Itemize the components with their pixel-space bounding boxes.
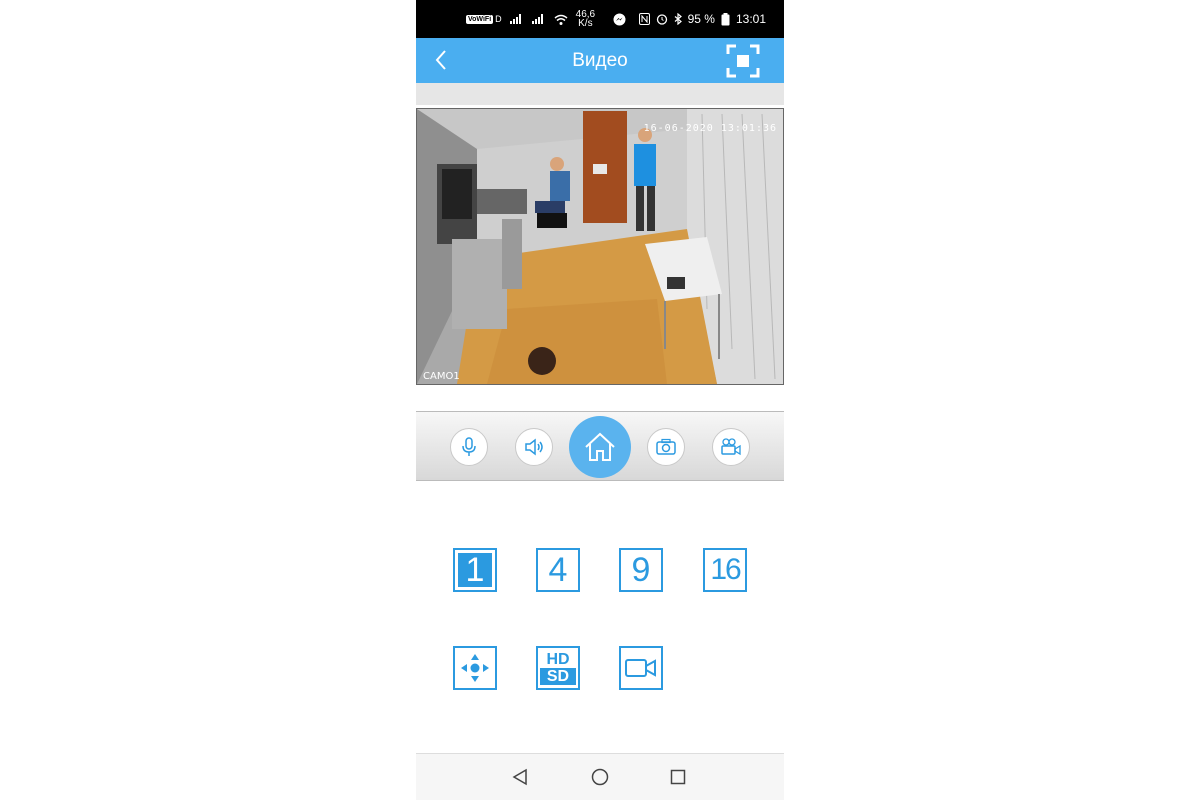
video-record-icon [721, 438, 741, 456]
bluetooth-icon [674, 13, 682, 25]
vowifi-badge: VoWiFi [466, 14, 494, 24]
signal-icon [531, 14, 543, 24]
divider-strip [416, 83, 784, 105]
layout-9-label: 9 [631, 550, 651, 589]
nav-home-button[interactable] [590, 767, 610, 787]
back-triangle-icon [512, 768, 527, 786]
status-left: VoWiFi D 46,6 K/s [466, 0, 626, 38]
video-timestamp: 16-06-2020 13:01:36 [643, 123, 777, 134]
speaker-button[interactable] [515, 428, 553, 466]
status-right: 95 % 13:01 [638, 0, 766, 38]
layout-4-label: 4 [548, 550, 568, 589]
signal-icon [509, 14, 521, 24]
camera-video-feed[interactable]: 16-06-2020 13:01:36 CAMO1 [416, 108, 784, 385]
alarm-icon [656, 14, 667, 25]
layout-4-button[interactable]: 4 [536, 548, 580, 592]
camera-label: CAMO1 [423, 371, 460, 382]
home-circle-icon [591, 768, 609, 786]
video-record-icon [625, 659, 656, 677]
wifi-icon [554, 14, 568, 25]
speed-unit: K/s [578, 18, 593, 29]
speaker-icon [525, 438, 543, 456]
sd-label: SD [540, 668, 576, 685]
app-bar: Видео [416, 38, 784, 83]
control-bar [416, 411, 784, 481]
layout-1-label: 1 [465, 550, 485, 589]
hd-sd-button[interactable]: HD SD [536, 646, 580, 690]
battery-icon [721, 12, 730, 25]
microphone-icon [462, 437, 476, 456]
network-speed: 46,6 K/s [576, 10, 595, 29]
layout-16-button[interactable]: 16 [703, 548, 747, 592]
ptz-direction-icon [461, 654, 489, 682]
nfc-icon [638, 13, 650, 25]
snapshot-button[interactable] [647, 428, 685, 466]
clock: 13:01 [735, 12, 766, 26]
fullscreen-button[interactable] [726, 44, 760, 78]
layout-16-label: 16 [710, 553, 741, 586]
messenger-icon [613, 13, 626, 25]
battery-percent: 95 % [687, 12, 715, 26]
hd-label: HD [546, 651, 570, 668]
chevron-left-icon [435, 50, 446, 70]
home-icon [585, 432, 615, 461]
record-button[interactable] [712, 428, 750, 466]
status-bar: VoWiFi D 46,6 K/s 95 % 13:01 [416, 0, 784, 38]
phone-screen: VoWiFi D 46,6 K/s 95 % 13:01 Видео 16-06… [416, 0, 784, 800]
fullscreen-icon [726, 44, 760, 78]
ptz-button[interactable] [453, 646, 497, 690]
camera-scene [417, 109, 783, 384]
vowifi-suffix: D [495, 14, 502, 24]
nav-back-button[interactable] [510, 767, 530, 787]
system-nav-bar [416, 753, 784, 800]
recents-square-icon [670, 769, 686, 785]
home-button[interactable] [569, 416, 631, 478]
layout-1-button[interactable]: 1 [453, 548, 497, 592]
back-button[interactable] [430, 48, 454, 72]
microphone-button[interactable] [450, 428, 488, 466]
nav-recents-button[interactable] [668, 767, 688, 787]
layout-9-button[interactable]: 9 [619, 548, 663, 592]
video-record-mode-button[interactable] [619, 646, 663, 690]
camera-icon [656, 438, 676, 455]
